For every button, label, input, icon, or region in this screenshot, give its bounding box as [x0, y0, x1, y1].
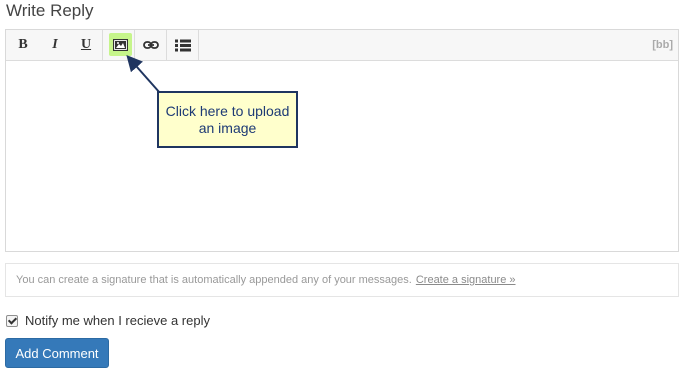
toolbar-divider	[166, 30, 167, 60]
editor-toolbar: B I U [bb]	[6, 30, 678, 61]
notify-checkbox[interactable]	[6, 314, 18, 327]
toolbar-divider	[198, 30, 199, 60]
upload-image-tooltip: Click here to upload an image	[157, 91, 298, 148]
signature-notice-text: You can create a signature that is autom…	[16, 274, 412, 286]
underline-button[interactable]: U	[76, 30, 96, 60]
list-icon	[175, 39, 191, 51]
insert-image-button[interactable]	[109, 33, 132, 56]
toolbar-divider	[102, 30, 103, 60]
insert-link-button[interactable]	[140, 30, 162, 60]
bold-button[interactable]: B	[13, 30, 33, 60]
link-icon	[143, 41, 159, 49]
bbcode-mode-label[interactable]: [bb]	[652, 30, 673, 60]
message-textarea[interactable]	[6, 61, 678, 251]
signature-notice: You can create a signature that is autom…	[5, 263, 679, 297]
italic-button[interactable]: I	[45, 30, 65, 60]
image-icon	[113, 38, 128, 51]
bullet-list-button[interactable]	[172, 30, 194, 60]
notify-label[interactable]: Notify me when I recieve a reply	[25, 313, 210, 328]
page-title: Write Reply	[6, 1, 94, 20]
reply-editor: B I U [bb]	[5, 29, 679, 252]
toolbar-divider	[134, 30, 135, 60]
create-signature-link[interactable]: Create a signature »	[416, 274, 516, 286]
add-comment-button[interactable]: Add Comment	[5, 338, 109, 368]
notify-option[interactable]: Notify me when I recieve a reply	[6, 313, 210, 328]
write-reply-page: Write Reply B I U [bb] Click here to upl…	[0, 0, 685, 375]
